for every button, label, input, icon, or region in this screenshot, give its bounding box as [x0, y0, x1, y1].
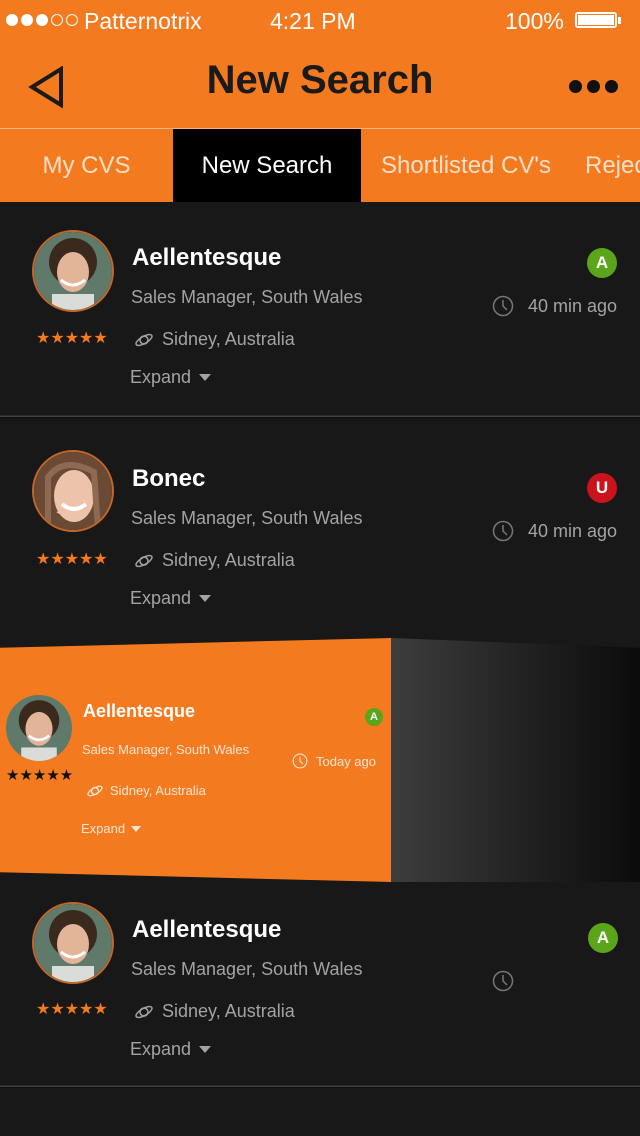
status-bar: Patternotrix 4:21 PM 100% — [0, 0, 640, 42]
page-title: New Search — [206, 58, 434, 102]
planet-icon — [135, 554, 153, 567]
time-ago: Today ago — [292, 753, 376, 769]
clock-icon — [492, 520, 514, 542]
time-ago-text: Today ago — [316, 753, 376, 769]
avatar — [32, 230, 114, 312]
candidate-card[interactable]: ★★★★★ Aellentesque Sales Manager, South … — [0, 203, 640, 418]
candidate-card[interactable]: ★★★★★ Bonec Sales Manager, South Wales S… — [0, 418, 640, 638]
expand-button[interactable]: Expand — [81, 821, 142, 836]
signal-strength-icon — [6, 14, 78, 26]
status-badge: A — [588, 923, 618, 953]
star-rating: ★★★★★ — [36, 1001, 108, 1018]
battery-tip — [618, 17, 621, 24]
time-ago-text: 40 min ago — [528, 520, 618, 541]
avatar — [32, 450, 114, 532]
caret-down-icon — [199, 374, 212, 381]
candidate-role: Sales Manager, South Wales — [131, 508, 363, 528]
clock-icon — [492, 970, 514, 992]
clock: 4:21 PM — [270, 8, 356, 34]
clock-icon — [292, 753, 308, 769]
battery-percent: 100% — [505, 8, 564, 34]
candidate-role: Sales Manager, South Wales — [131, 959, 363, 979]
candidate-location: Sidney, Australia — [134, 1001, 295, 1022]
star-rating: ★★★★★ — [36, 551, 108, 568]
status-badge: A — [587, 248, 617, 278]
expand-label: Expand — [130, 588, 192, 608]
avatar — [6, 695, 72, 761]
time-ago — [492, 970, 528, 992]
time-ago: 40 min ago — [492, 520, 617, 542]
expand-button[interactable]: Expand — [130, 367, 212, 388]
tab-rejected[interactable]: Rejected — [585, 129, 640, 202]
nav-header: New Search — [0, 42, 640, 129]
status-badge: A — [365, 708, 383, 726]
divider — [0, 1085, 640, 1088]
planet-icon — [135, 333, 153, 346]
location-text: Sidney, Australia — [162, 1001, 295, 1021]
location-text: Sidney, Australia — [162, 550, 295, 570]
candidate-role: Sales Manager, South Wales — [131, 287, 363, 307]
candidate-name[interactable]: Aellentesque — [83, 701, 195, 722]
candidate-name[interactable]: Aellentesque — [132, 244, 281, 272]
candidate-location: Sidney, Australia — [134, 550, 295, 571]
time-ago-text: 40 min ago — [528, 295, 618, 316]
planet-icon — [135, 1005, 153, 1018]
expand-label: Expand — [81, 821, 126, 836]
candidate-card[interactable]: ★★★★★ Aellentesque Sales Manager, South … — [0, 882, 640, 1088]
candidate-location: Sidney, Australia — [86, 783, 206, 798]
tab-bar: My CVS New Search Shortlisted CV's Rejec… — [0, 129, 640, 202]
expand-label: Expand — [130, 1039, 192, 1059]
swiped-candidate-card[interactable]: ★★★★★ Aellentesque Sales Manager, South … — [0, 638, 640, 882]
star-rating: ★★★★★ — [36, 330, 108, 347]
caret-down-icon — [199, 595, 212, 602]
tab-shortlisted[interactable]: Shortlisted CV's — [361, 129, 571, 202]
candidate-name[interactable]: Bonec — [132, 465, 205, 493]
battery-icon — [575, 12, 617, 28]
expand-label: Expand — [130, 367, 192, 387]
time-ago: 40 min ago — [492, 295, 617, 317]
candidate-name[interactable]: Aellentesque — [132, 916, 281, 944]
caret-down-icon — [131, 825, 142, 832]
tab-new-search[interactable]: New Search — [173, 129, 361, 202]
planet-icon — [87, 785, 103, 796]
star-rating: ★★★★★ — [6, 767, 74, 784]
candidate-location: Sidney, Australia — [134, 329, 295, 350]
location-text: Sidney, Australia — [162, 329, 295, 349]
more-options-button[interactable] — [569, 80, 618, 93]
expand-button[interactable]: Expand — [130, 588, 212, 609]
carrier-name: Patternotrix — [84, 8, 202, 34]
candidate-role: Sales Manager, South Wales — [82, 742, 250, 757]
tab-my-cvs[interactable]: My CVS — [0, 129, 173, 202]
more-dots-icon — [569, 80, 582, 93]
avatar — [32, 902, 114, 984]
expand-button[interactable]: Expand — [130, 1039, 212, 1060]
clock-icon — [492, 295, 514, 317]
caret-down-icon — [199, 1046, 212, 1053]
status-badge: U — [587, 473, 617, 503]
location-text: Sidney, Australia — [110, 783, 206, 798]
swipe-action-panel[interactable] — [391, 638, 640, 882]
